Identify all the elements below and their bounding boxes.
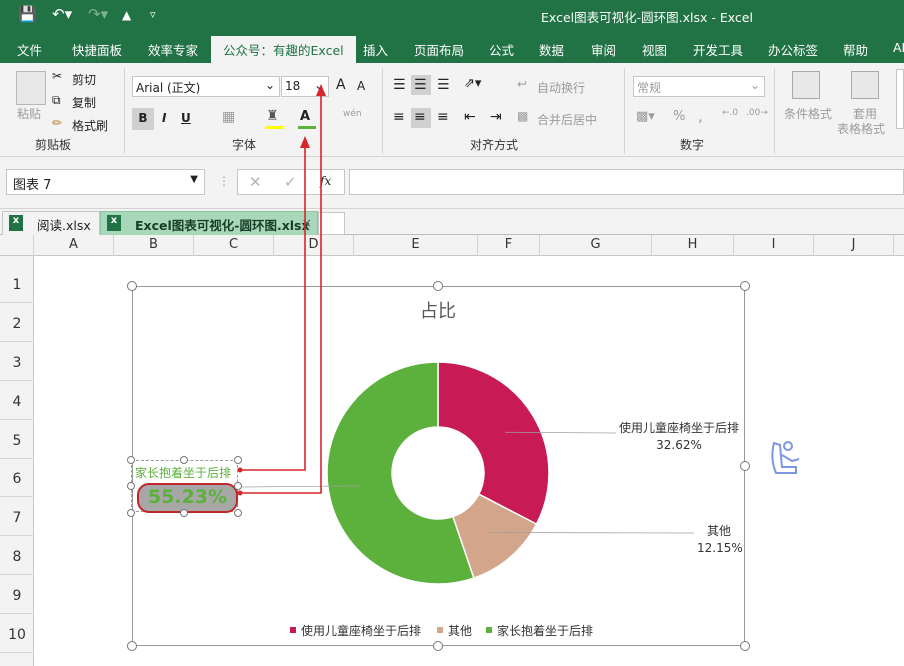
annotation-arrows xyxy=(237,84,326,496)
car-seat-icon xyxy=(771,441,800,474)
